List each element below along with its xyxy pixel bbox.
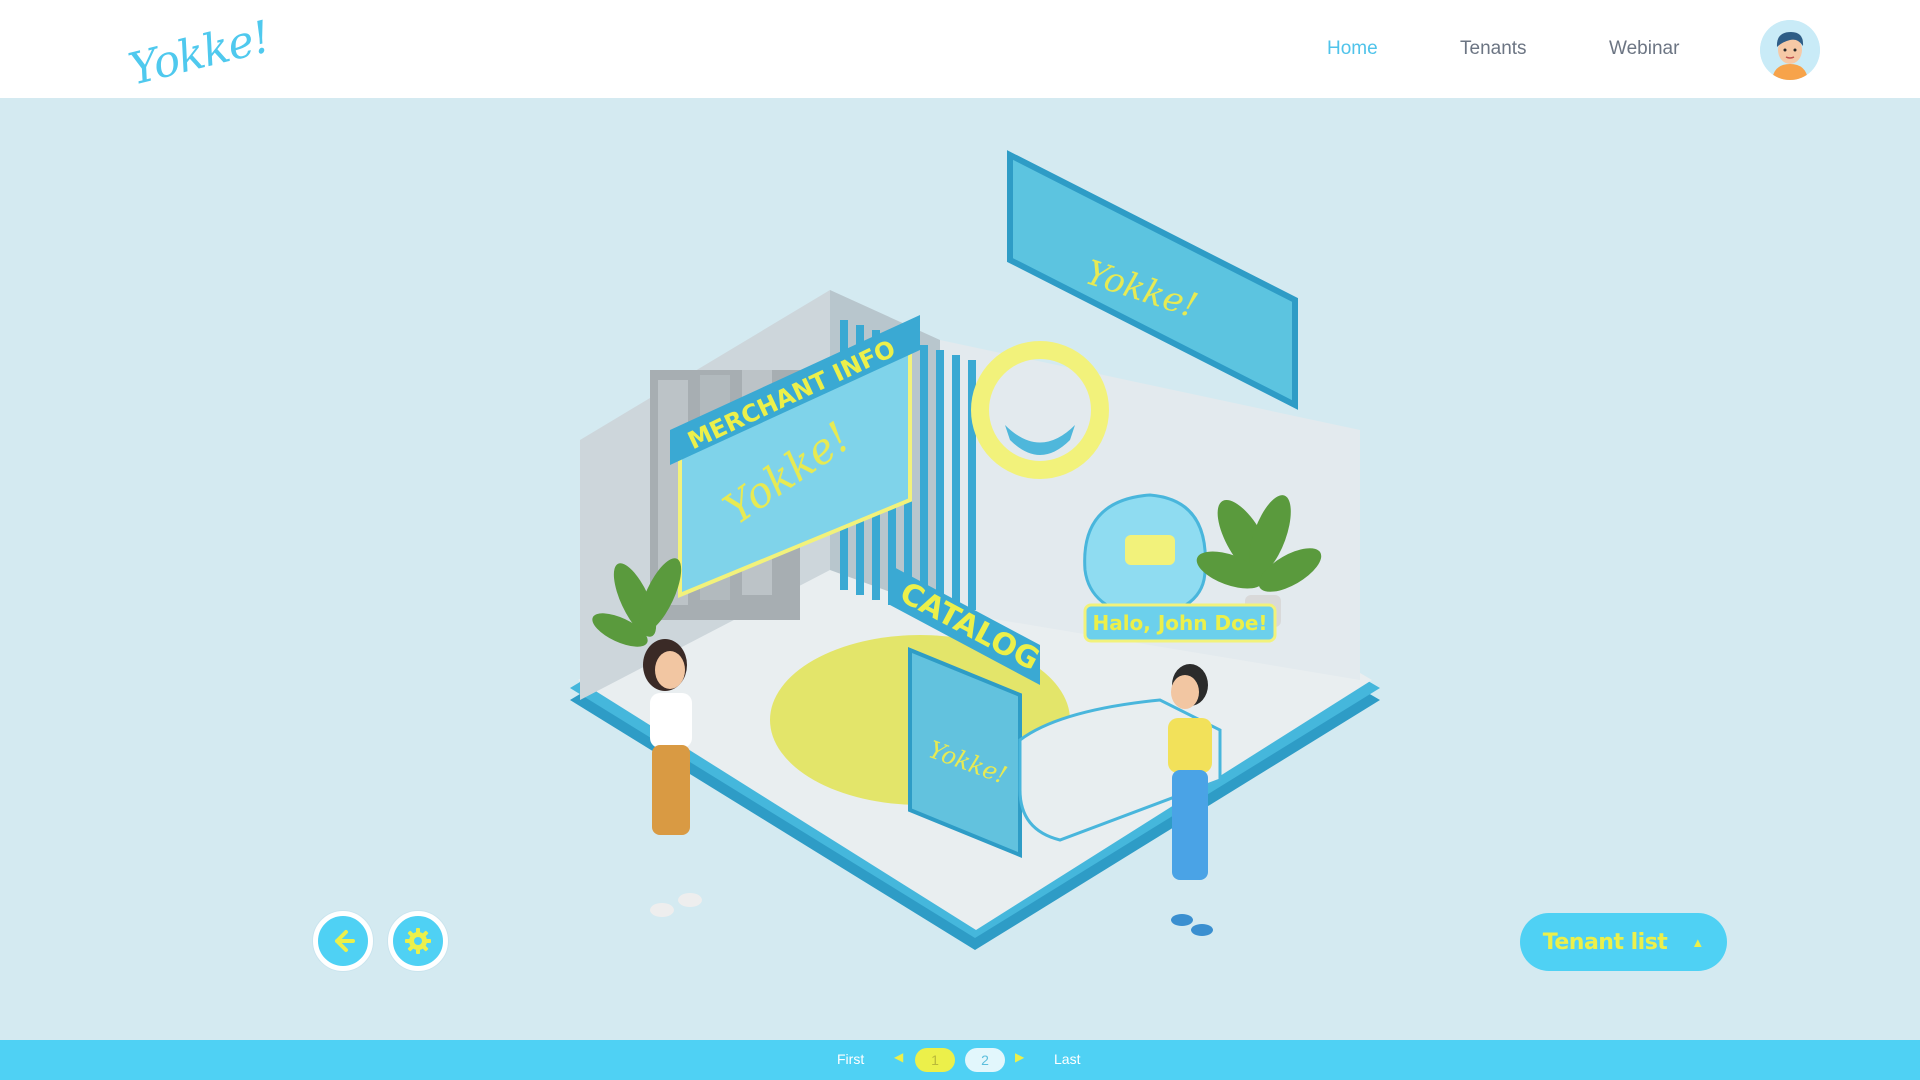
pagination-page-2[interactable]: 2 bbox=[965, 1048, 1005, 1072]
virtual-booth-scene[interactable]: Yokke! Yokke! MERCHANT INFO CATALOG Yokk… bbox=[540, 140, 1400, 970]
chevron-left-icon[interactable]: ◀ bbox=[894, 1050, 903, 1064]
greeting-text: Halo, John Doe! bbox=[1092, 611, 1267, 635]
nav-tenants[interactable]: Tenants bbox=[1460, 38, 1527, 60]
nav-home[interactable]: Home bbox=[1327, 38, 1378, 60]
back-button[interactable] bbox=[313, 911, 373, 971]
settings-button[interactable] bbox=[388, 911, 448, 971]
pagination-page-1[interactable]: 1 bbox=[915, 1048, 955, 1072]
chevron-right-icon[interactable]: ▶ bbox=[1015, 1050, 1024, 1064]
tenant-list-button[interactable]: Tenant list ▲ bbox=[1520, 913, 1727, 971]
gear-icon bbox=[405, 928, 431, 954]
pagination-last[interactable]: Last bbox=[1054, 1051, 1080, 1067]
user-avatar-icon bbox=[1760, 20, 1820, 80]
nav-webinar[interactable]: Webinar bbox=[1609, 38, 1679, 60]
user-avatar[interactable] bbox=[1760, 20, 1820, 80]
pagination-bar: First ◀ 1 2 ▶ Last bbox=[0, 1040, 1920, 1080]
pagination-first[interactable]: First bbox=[837, 1051, 864, 1067]
caret-up-icon: ▲ bbox=[1691, 934, 1705, 950]
tenant-list-label: Tenant list bbox=[1542, 929, 1668, 955]
top-header: Yokke! Home Tenants Webinar bbox=[0, 0, 1920, 98]
booth-illustration: Yokke! Yokke! MERCHANT INFO CATALOG Yokk… bbox=[570, 150, 1380, 950]
arrow-left-icon bbox=[335, 930, 355, 952]
logo-text: Yokke! bbox=[123, 11, 275, 96]
yokke-logo[interactable]: Yokke! bbox=[124, 11, 275, 95]
